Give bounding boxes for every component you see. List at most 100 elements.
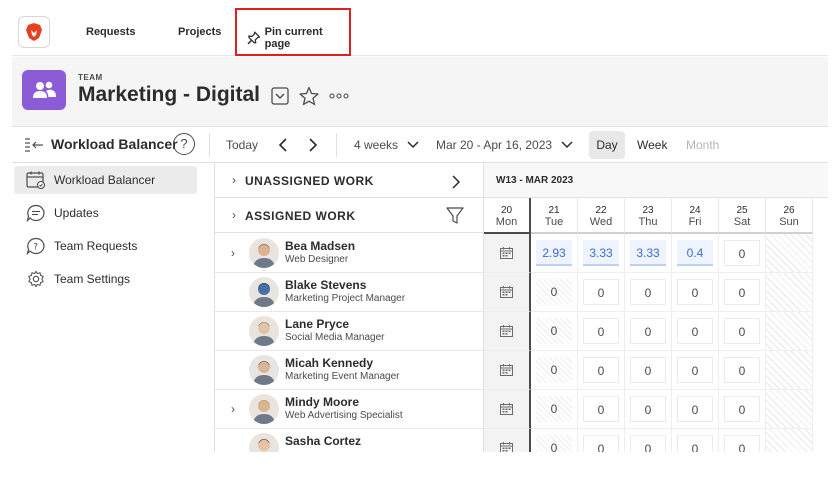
- weekend-cell: [766, 429, 813, 452]
- sidebar-item-label: Updates: [54, 206, 99, 220]
- calendar-cell[interactable]: [484, 351, 531, 390]
- collapse-panel-icon[interactable]: [24, 137, 44, 153]
- filter-icon[interactable]: [446, 207, 464, 225]
- pin-current-page-button[interactable]: Pin current page: [247, 26, 349, 50]
- star-icon[interactable]: [299, 86, 319, 106]
- gear-icon: [28, 270, 44, 288]
- workload-cell[interactable]: 0: [672, 390, 719, 429]
- workload-cell[interactable]: 0: [672, 312, 719, 351]
- view-month-button[interactable]: Month: [686, 138, 719, 152]
- app-window: Requests Projects Pin current page TEAM …: [12, 0, 828, 452]
- workload-cell[interactable]: 0: [625, 390, 672, 429]
- avatar: [249, 238, 279, 268]
- avatar: [249, 433, 279, 452]
- team-people-icon: [33, 81, 56, 98]
- avatar: [249, 355, 279, 385]
- calendar-cell[interactable]: [484, 429, 531, 452]
- workload-value: 0: [724, 396, 760, 422]
- workload-value: 0: [677, 435, 713, 452]
- day-header: 22 Wed: [578, 198, 625, 234]
- workload-cell[interactable]: 0: [672, 351, 719, 390]
- nav-projects-link[interactable]: Projects: [178, 26, 221, 38]
- workload-cell[interactable]: 0: [578, 312, 625, 351]
- person-row[interactable]: Lane Pryce Social Media Manager: [215, 312, 483, 351]
- workload-cell[interactable]: 3.33: [578, 234, 625, 273]
- assigned-work-row[interactable]: › ASSIGNED WORK: [215, 198, 483, 233]
- chat-icon: [26, 204, 45, 222]
- chevron-left-icon[interactable]: [278, 138, 288, 152]
- day-weekday: Thu: [638, 216, 658, 228]
- pin-highlight-box: Pin current page: [235, 8, 351, 56]
- expand-chevron-icon[interactable]: ›: [231, 246, 235, 260]
- workload-cell[interactable]: 0: [719, 273, 766, 312]
- today-button[interactable]: Today: [226, 138, 258, 152]
- workload-cell[interactable]: 0: [578, 273, 625, 312]
- workload-value: 0: [724, 357, 760, 383]
- workload-cell[interactable]: 0: [531, 351, 578, 390]
- page-title: Marketing - Digital: [78, 83, 261, 106]
- person-name: Micah Kennedy: [285, 356, 374, 370]
- range-select[interactable]: 4 weeks: [354, 138, 419, 152]
- workload-cell[interactable]: 0: [625, 312, 672, 351]
- workload-cell[interactable]: 2.93: [531, 234, 578, 273]
- workload-cell[interactable]: 0: [578, 390, 625, 429]
- workload-cell[interactable]: 0: [719, 351, 766, 390]
- nav-requests-link[interactable]: Requests: [86, 26, 136, 38]
- workload-cell[interactable]: 0: [531, 390, 578, 429]
- person-row[interactable]: › Bea Madsen Web Designer: [215, 234, 483, 273]
- calendar-icon: [500, 286, 513, 298]
- expand-chevron-icon[interactable]: ›: [231, 402, 235, 416]
- workload-cell[interactable]: 0: [625, 429, 672, 452]
- app-logo-button[interactable]: [18, 16, 50, 48]
- calendar-cell[interactable]: [484, 390, 531, 429]
- workload-cell[interactable]: 0: [531, 312, 578, 351]
- day-number: 24: [689, 205, 701, 216]
- workload-cell[interactable]: 0: [719, 390, 766, 429]
- workload-cell[interactable]: 0: [531, 273, 578, 312]
- workload-cell[interactable]: 0: [578, 429, 625, 452]
- unassigned-work-label: UNASSIGNED WORK: [245, 174, 374, 188]
- more-options-icon[interactable]: [329, 93, 349, 99]
- unassigned-work-row[interactable]: › UNASSIGNED WORK: [215, 163, 483, 198]
- workload-cell[interactable]: 0: [719, 234, 766, 273]
- sidebar-item-workload-balancer[interactable]: Workload Balancer: [14, 166, 197, 194]
- calendar-cell[interactable]: [484, 273, 531, 312]
- day-number: 20: [500, 205, 513, 216]
- workload-cell[interactable]: 0: [625, 351, 672, 390]
- workload-value: 2.93: [536, 240, 572, 266]
- day-weekday: Sat: [733, 216, 751, 228]
- workload-cell[interactable]: 0: [625, 273, 672, 312]
- workload-cell[interactable]: 0: [531, 429, 578, 452]
- person-row[interactable]: › Mindy Moore Web Advertising Specialist: [215, 390, 483, 429]
- pin-icon: [247, 31, 261, 45]
- workload-cell[interactable]: 0: [672, 429, 719, 452]
- workload-cell[interactable]: 0: [672, 273, 719, 312]
- person-role: Marketing Event Manager: [285, 371, 400, 382]
- chevron-right-icon[interactable]: [451, 175, 461, 189]
- person-row[interactable]: Micah Kennedy Marketing Event Manager: [215, 351, 483, 390]
- workload-cell[interactable]: 0: [719, 429, 766, 452]
- sidebar-item-team-settings[interactable]: Team Settings: [14, 265, 197, 293]
- person-row[interactable]: Blake Stevens Marketing Project Manager: [215, 273, 483, 312]
- date-range-picker[interactable]: Mar 20 - Apr 16, 2023: [436, 138, 573, 152]
- workload-cell[interactable]: 3.33: [625, 234, 672, 273]
- calendar-cell[interactable]: [484, 234, 531, 273]
- view-week-button[interactable]: Week: [637, 138, 667, 152]
- day-weekday: Mon: [495, 216, 518, 228]
- person-row[interactable]: Sasha Cortez: [215, 429, 483, 452]
- sidebar-item-updates[interactable]: Updates: [14, 199, 197, 227]
- workload-calendar: W13 - MAR 2023 20 Mon 21 Tue 22 Wed 23 Thu 24 Fri…: [483, 163, 828, 452]
- sidebar-item-team-requests[interactable]: ? Team Requests: [14, 232, 197, 260]
- view-day-button[interactable]: Day: [589, 131, 625, 159]
- workload-cell[interactable]: 0: [578, 351, 625, 390]
- day-number: 21: [548, 205, 560, 216]
- workload-cell[interactable]: 0.4: [672, 234, 719, 273]
- calendar-icon: [500, 364, 513, 376]
- workload-cell[interactable]: 0: [719, 312, 766, 351]
- help-icon[interactable]: ?: [173, 133, 195, 155]
- chevron-right-icon[interactable]: [308, 138, 318, 152]
- calendar-cell[interactable]: [484, 312, 531, 351]
- workload-balancer-title: Workload Balancer: [51, 136, 178, 152]
- workload-value: 0.4: [677, 240, 713, 266]
- dropdown-box-icon[interactable]: [271, 87, 289, 105]
